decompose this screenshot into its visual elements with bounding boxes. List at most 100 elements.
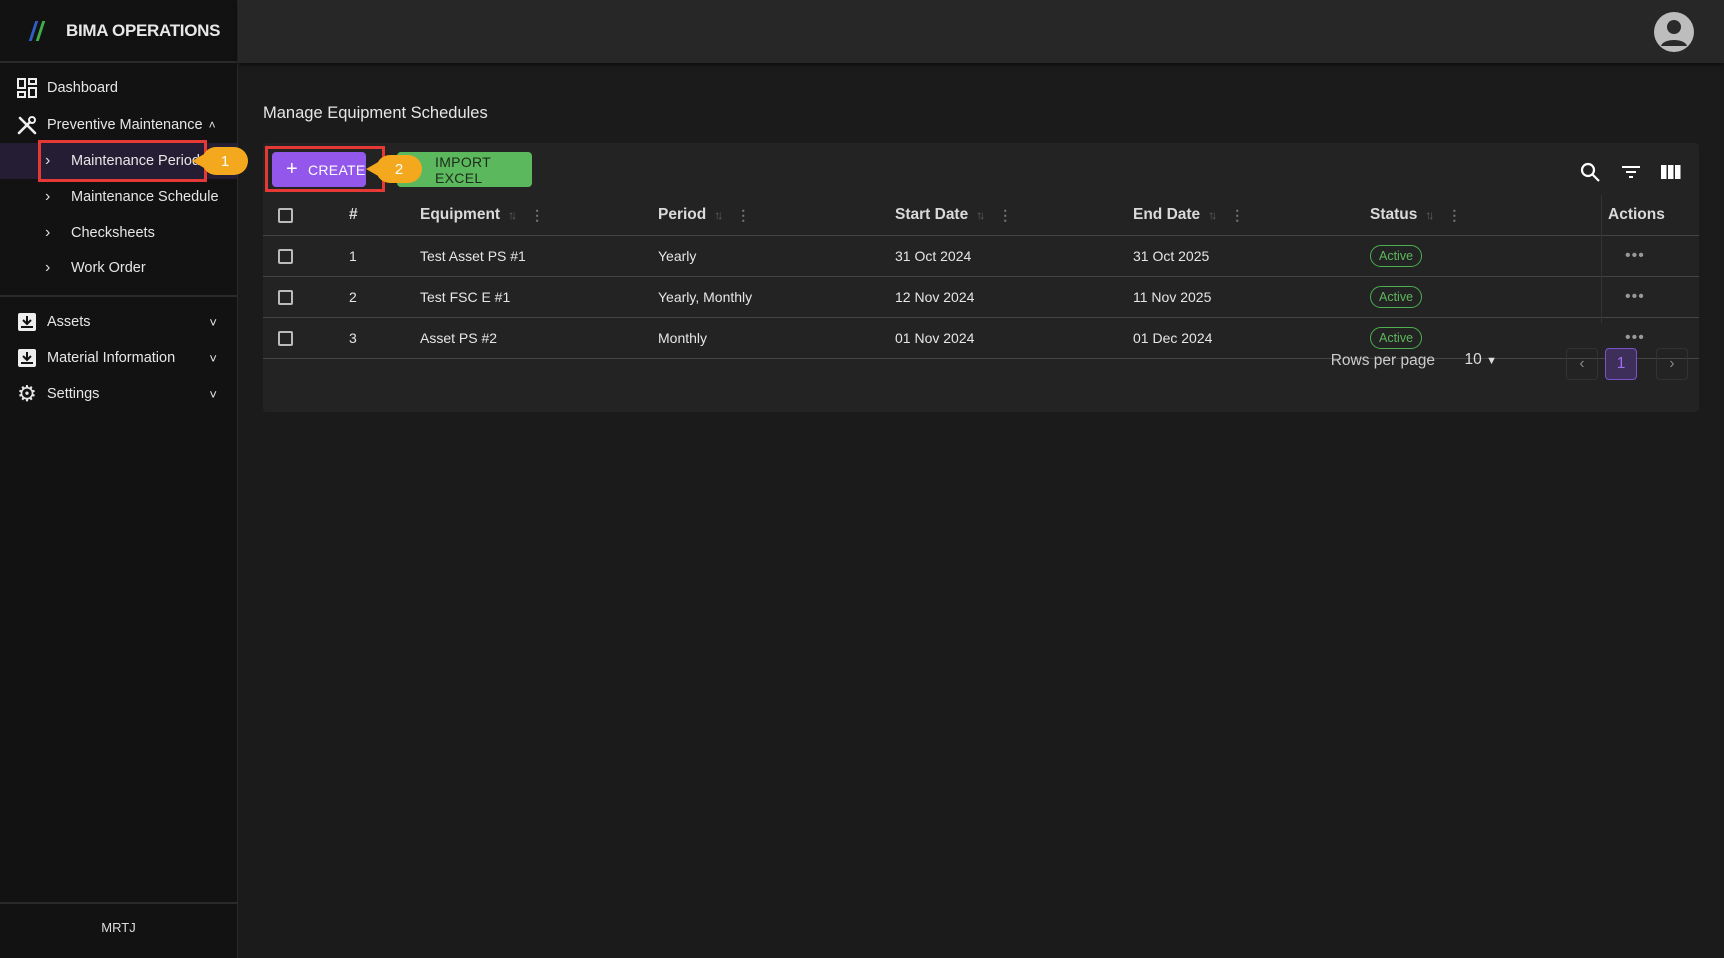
cell-number: 2 <box>349 289 357 305</box>
chevron-up-icon: ˄ <box>208 118 216 132</box>
columns-icon[interactable] <box>1660 161 1682 183</box>
page-1-button[interactable]: 1 <box>1605 348 1637 380</box>
select-all-checkbox[interactable] <box>278 207 293 223</box>
sidebar-item-assets[interactable]: Assets ˅ <box>0 304 237 340</box>
annotation-badge-2: 2 <box>366 155 422 183</box>
rows-per-page-select[interactable]: 10 ▼ <box>1465 351 1497 369</box>
sidebar-item-label: Preventive Maintenance <box>47 117 203 133</box>
brand: BIMA OPERATIONS <box>0 0 237 63</box>
header-label: Period <box>658 206 707 223</box>
logo-icon <box>28 19 50 43</box>
sidebar-item-label: Dashboard <box>47 80 118 96</box>
pagination: Rows per page 10 ▼ ‹ 1 › <box>1099 336 1699 386</box>
sidebar-item-preventive-maintenance[interactable]: Preventive Maintenance ˄ <box>0 107 237 143</box>
table-row[interactable]: 1 Test Asset PS #1 Yearly 31 Oct 2024 31… <box>263 236 1699 277</box>
chevron-left-icon: ‹ <box>1579 355 1585 372</box>
sort-icon[interactable]: ↑↓ <box>976 208 985 222</box>
column-header-number: # <box>349 206 358 223</box>
sidebar-item-work-order[interactable]: › Work Order <box>0 250 237 286</box>
sidebar-item-label: Assets <box>47 314 91 330</box>
chevron-right-icon: › <box>45 188 51 205</box>
cell-start-date: 31 Oct 2024 <box>895 248 972 264</box>
sidebar-item-settings[interactable]: ⚙ Settings ˅ <box>0 376 237 412</box>
column-header-period[interactable]: Period ↑↓ ⋮ <box>658 195 750 235</box>
annotation-badge-1: 1 <box>192 147 248 175</box>
row-checkbox[interactable] <box>278 330 293 346</box>
more-actions-icon[interactable]: ••• <box>1625 247 1645 265</box>
schedules-table-card: +CREATE ↥IMPORT EXCEL # Equipment↑↓⋮ Per… <box>263 143 1699 412</box>
user-avatar[interactable] <box>1654 12 1694 52</box>
sidebar-item-label: Settings <box>47 386 100 402</box>
chevron-right-icon: › <box>45 259 51 276</box>
status-badge: Active <box>1370 245 1423 267</box>
column-header-status[interactable]: Status ↑↓ ⋮ <box>1370 195 1461 235</box>
column-header-start-date[interactable]: Start Date ↑↓ ⋮ <box>895 195 1012 235</box>
rows-per-page-value: 10 <box>1464 351 1482 368</box>
divider <box>0 902 237 904</box>
cell-equipment: Test Asset PS #1 <box>420 248 526 264</box>
table-header: # Equipment ↑↓ ⋮ Period ↑↓ ⋮ Start Date ↑↓ ⋮ E… <box>263 195 1699 236</box>
header-label: Status <box>1370 206 1418 223</box>
import-label: IMPORT EXCEL <box>435 153 491 186</box>
column-header-actions: Actions <box>1608 206 1665 223</box>
column-menu-icon[interactable]: ⋮ <box>1447 207 1461 224</box>
caret-down-icon: ▼ <box>1486 355 1497 367</box>
highlight-box <box>38 140 207 182</box>
chevron-down-icon: ˅ <box>209 350 217 366</box>
page-title: Manage Equipment Schedules <box>263 104 488 122</box>
cell-period: Yearly <box>658 248 697 264</box>
sidebar-item-checksheets[interactable]: › Checksheets <box>0 215 237 251</box>
top-bar <box>238 0 1724 63</box>
sidebar-item-label: Work Order <box>71 260 146 276</box>
gear-icon: ⚙ <box>17 381 37 406</box>
header-label: Start Date <box>895 206 969 223</box>
sidebar-item-label: Maintenance Schedule <box>71 189 219 205</box>
table-row[interactable]: 2 Test FSC E #1 Yearly, Monthly 12 Nov 2… <box>263 277 1699 318</box>
inbox-icon <box>16 311 38 333</box>
cell-end-date: 11 Nov 2025 <box>1133 289 1212 305</box>
column-header-end-date[interactable]: End Date ↑↓ ⋮ <box>1133 195 1244 235</box>
sidebar-item-label: Checksheets <box>71 225 155 241</box>
cell-period: Yearly, Monthly <box>658 289 753 305</box>
sidebar-item-maintenance-schedule[interactable]: › Maintenance Schedule <box>0 179 237 215</box>
more-actions-icon[interactable]: ••• <box>1625 288 1645 306</box>
header-label: Equipment <box>420 206 501 223</box>
cell-number: 1 <box>349 248 357 264</box>
column-menu-icon[interactable]: ⋮ <box>530 207 544 224</box>
cell-start-date: 01 Nov 2024 <box>895 330 975 346</box>
chevron-down-icon: ˅ <box>209 386 217 402</box>
sort-icon[interactable]: ↑↓ <box>508 208 517 222</box>
sort-icon[interactable]: ↑↓ <box>1425 208 1434 222</box>
cell-start-date: 12 Nov 2024 <box>895 289 975 305</box>
row-checkbox[interactable] <box>278 248 293 264</box>
status-badge: Active <box>1370 286 1423 308</box>
brand-title: BIMA OPERATIONS <box>66 20 221 40</box>
rows-per-page-label: Rows per page <box>1330 352 1435 369</box>
chevron-right-icon: › <box>45 224 51 241</box>
column-header-equipment[interactable]: Equipment ↑↓ ⋮ <box>420 195 544 235</box>
prev-page-button[interactable]: ‹ <box>1566 348 1598 380</box>
column-menu-icon[interactable]: ⋮ <box>998 207 1012 224</box>
sidebar-item-label: Material Information <box>47 350 176 366</box>
column-menu-icon[interactable]: ⋮ <box>1230 207 1244 224</box>
chevron-right-icon: › <box>1669 355 1675 372</box>
next-page-button[interactable]: › <box>1656 348 1688 380</box>
sidebar-item-dashboard[interactable]: Dashboard <box>0 70 237 106</box>
cell-period: Monthly <box>658 330 708 346</box>
column-menu-icon[interactable]: ⋮ <box>736 207 750 224</box>
cell-equipment: Asset PS #2 <box>420 330 498 346</box>
actions-column-separator <box>1601 195 1602 323</box>
filter-icon[interactable] <box>1620 161 1642 183</box>
sidebar-item-material-information[interactable]: Material Information ˅ <box>0 340 237 376</box>
cell-end-date: 31 Oct 2025 <box>1133 248 1210 264</box>
sort-icon[interactable]: ↑↓ <box>714 208 723 222</box>
sort-icon[interactable]: ↑↓ <box>1208 208 1217 222</box>
divider <box>0 295 237 297</box>
chevron-down-icon: ˅ <box>209 314 217 330</box>
sidebar-footer: MRTJ <box>101 920 136 935</box>
header-label: End Date <box>1133 206 1201 223</box>
cell-number: 3 <box>349 330 357 346</box>
row-checkbox[interactable] <box>278 289 293 305</box>
search-icon[interactable] <box>1579 161 1601 183</box>
cell-equipment: Test FSC E #1 <box>420 289 511 305</box>
